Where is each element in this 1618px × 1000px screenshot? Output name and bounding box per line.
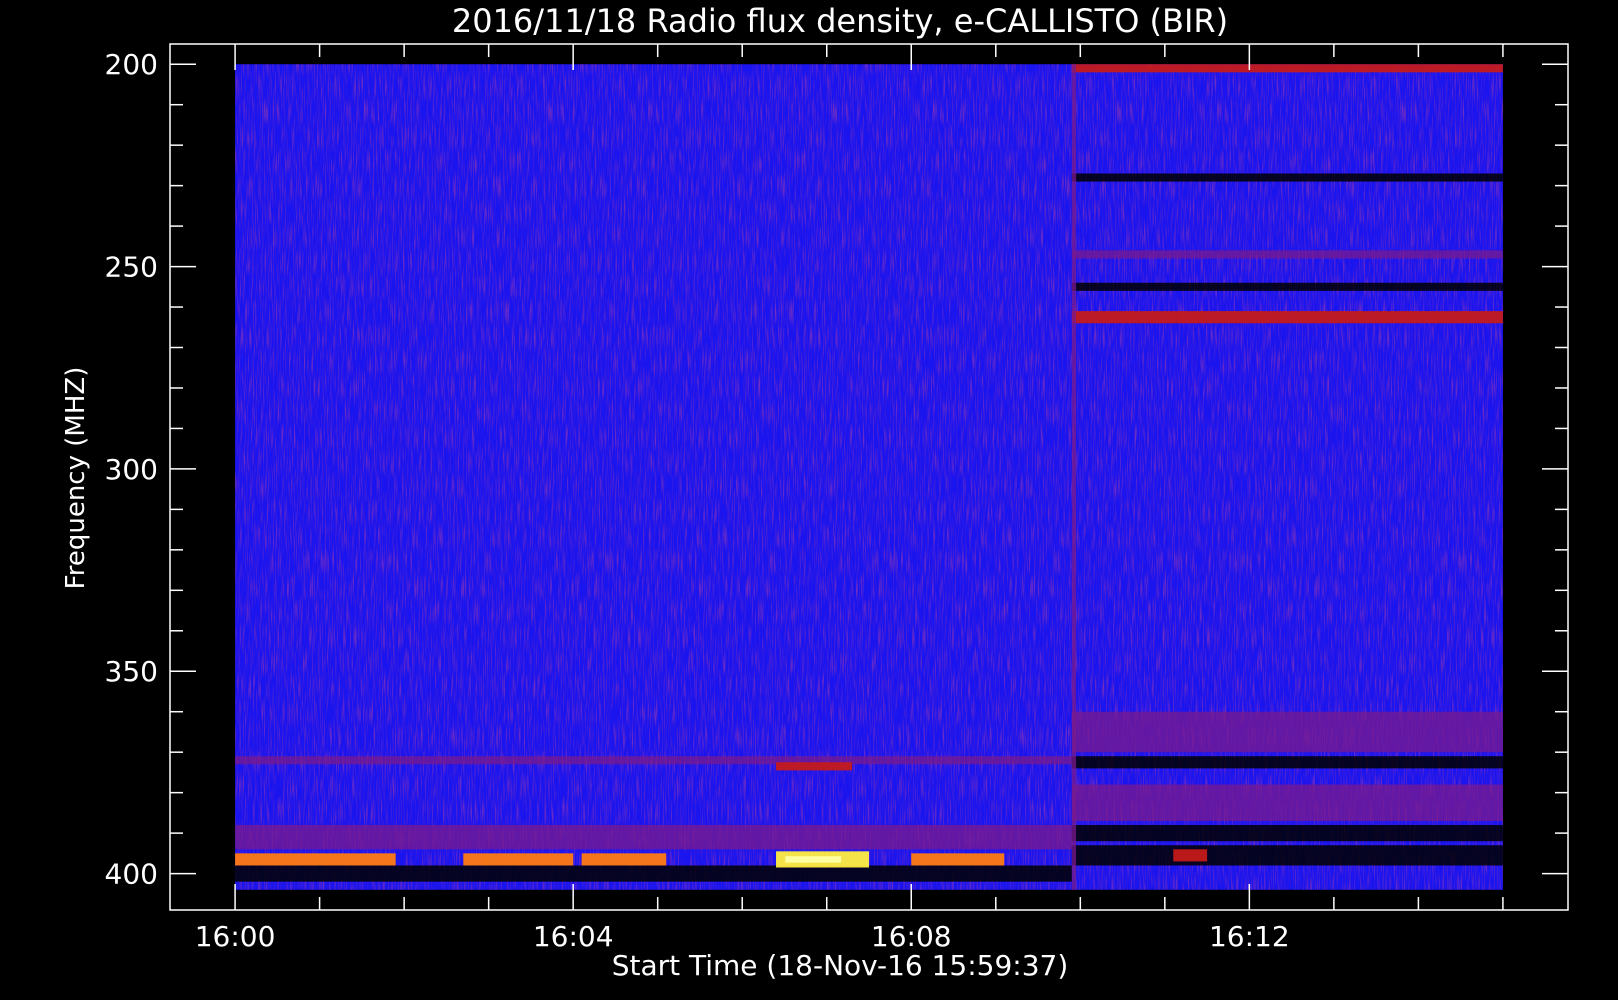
emission-band-3 bbox=[235, 865, 1072, 882]
spectrogram-data bbox=[235, 64, 1503, 890]
emission-band-17 bbox=[1071, 825, 1503, 842]
emission-band-14 bbox=[1071, 711, 1503, 753]
emission-band-0 bbox=[235, 756, 1072, 765]
y-tick-label: 200 bbox=[105, 48, 158, 81]
y-tick-label: 400 bbox=[105, 858, 158, 891]
x-tick-label: 16:00 bbox=[195, 920, 276, 953]
emission-band-2 bbox=[235, 825, 1072, 850]
y-axis-label: Frequency (MHZ) bbox=[61, 367, 91, 590]
emission-band-1 bbox=[776, 762, 853, 771]
x-axis-label: Start Time (18-Nov-16 15:59:37) bbox=[612, 949, 1069, 982]
emission-band-11 bbox=[1071, 250, 1503, 259]
y-tick-label: 300 bbox=[105, 453, 158, 486]
emission-band-13 bbox=[1071, 311, 1503, 324]
emission-burst-19 bbox=[1173, 849, 1208, 862]
emission-line-20 bbox=[1071, 64, 1077, 890]
emission-burst-5 bbox=[463, 853, 574, 866]
chart-title: 2016/11/18 Radio flux density, e-CALLIST… bbox=[452, 2, 1228, 40]
emission-band-15 bbox=[1071, 756, 1503, 769]
emission-burst-4 bbox=[235, 853, 396, 866]
x-tick-label: 16:04 bbox=[533, 920, 614, 953]
emission-burst-6 bbox=[581, 853, 667, 866]
emission-band-16 bbox=[1071, 784, 1503, 821]
x-tick-label: 16:12 bbox=[1209, 920, 1290, 953]
emission-burst-8 bbox=[911, 853, 1005, 866]
emission-band-18 bbox=[1071, 845, 1503, 866]
y-tick-label: 250 bbox=[105, 251, 158, 284]
emission-peak-core-7 bbox=[785, 856, 842, 863]
emission-band-12 bbox=[1071, 282, 1503, 291]
emission-band-10 bbox=[1071, 173, 1503, 182]
emission-band-9 bbox=[1071, 64, 1503, 73]
spectrogram-chart: 16:00 16:04 16:08 16:12200250300350400 2016… bbox=[61, 2, 1569, 982]
y-tick-label: 350 bbox=[105, 655, 158, 688]
